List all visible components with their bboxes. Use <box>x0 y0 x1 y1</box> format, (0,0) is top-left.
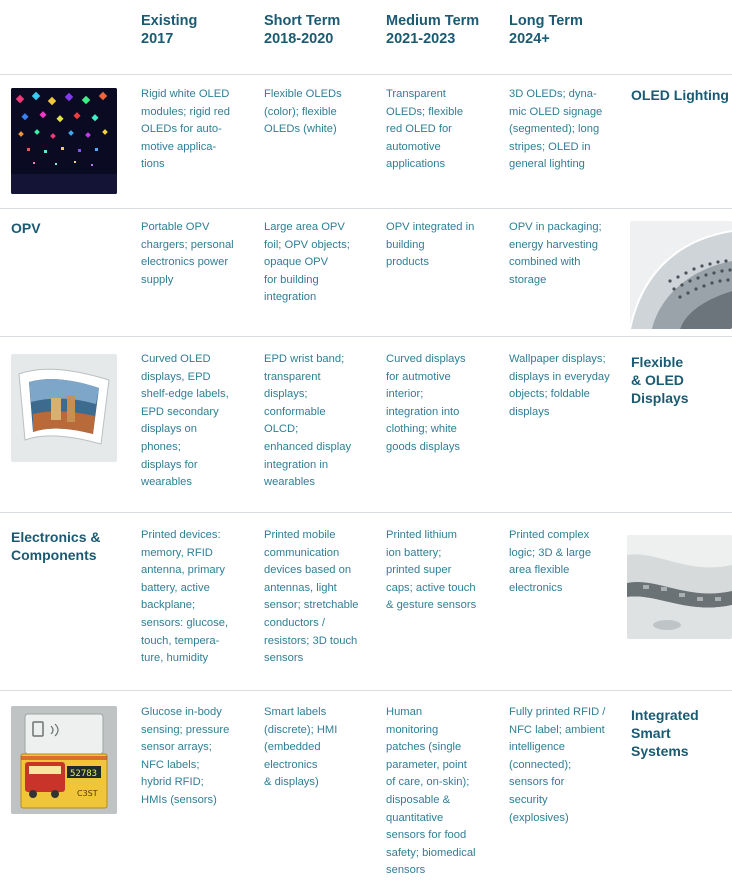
row-divider <box>0 512 732 513</box>
column-period: 2017 <box>141 31 174 47</box>
row-divider <box>0 690 732 691</box>
cell-electronics-short-term: Printed mobile communication devices bas… <box>264 529 359 665</box>
curved-display-image <box>11 354 117 462</box>
row-label-flexible-oled-displays: Flexible & OLED Displays <box>631 354 689 406</box>
row-label-oled-lighting: OLED Lighting <box>631 87 729 103</box>
cell-opv-long-term: OPV in packaging; energy harvesting comb… <box>509 221 602 286</box>
cell-smart-short-term: Smart labels (discrete); HMI (embedded e… <box>264 706 338 789</box>
cell-oled-medium-term: Transparent OLEDs; flexible red OLED for… <box>386 88 464 171</box>
column-period: 2021-2023 <box>386 31 456 47</box>
smart-ticket-image: 52783 C3ST <box>11 706 117 814</box>
ticket-code-text: C3ST <box>77 789 98 798</box>
row-label-electronics-components: Electronics & Components <box>11 529 101 563</box>
column-name: Existing <box>141 13 198 29</box>
column-period: 2018-2020 <box>264 31 334 47</box>
cell-electronics-medium-term: Printed lithium ion battery; printed sup… <box>386 529 477 612</box>
opv-structure-image <box>630 221 732 329</box>
cell-opv-short-term: Large area OPV foil; OPV objects; opaque… <box>264 221 350 304</box>
cell-oled-short-term: Flexible OLEDs (color); flexible OLEDs (… <box>264 88 342 136</box>
row-divider <box>0 74 732 75</box>
oled-lighting-image <box>11 88 117 194</box>
row-divider <box>0 336 732 337</box>
column-name: Long Term <box>509 13 583 29</box>
column-header-medium-term: Medium Term 2021-2023 <box>386 12 479 48</box>
column-name: Medium Term <box>386 13 480 29</box>
cell-smart-medium-term: Human monitoring patches (single paramet… <box>386 706 476 877</box>
cell-opv-medium-term: OPV integrated in building products <box>386 221 475 269</box>
column-name: Short Term <box>264 13 341 29</box>
cell-electronics-existing: Printed devices: memory, RFID antenna, p… <box>141 529 229 665</box>
row-label-integrated-smart-systems: Integrated Smart Systems <box>631 707 699 759</box>
cell-smart-long-term: Fully printed RFID / NFC label; ambient … <box>509 706 606 824</box>
row-divider <box>0 208 732 209</box>
ticket-number-text: 52783 <box>70 769 97 779</box>
cell-opv-existing: Portable OPV chargers; personal electron… <box>141 221 234 286</box>
column-header-existing: Existing 2017 <box>141 12 197 48</box>
flexible-electronics-image <box>627 535 732 639</box>
row-label-opv: OPV <box>11 220 41 236</box>
cell-smart-existing: Glucose in-body sensing; pressure sensor… <box>141 706 230 806</box>
cell-oled-existing: Rigid white OLED modules; rigid red OLED… <box>141 88 230 171</box>
cell-displays-long-term: Wallpaper displays; displays in everyday… <box>509 353 610 418</box>
cell-displays-existing: Curved OLED displays, EPD shelf-edge lab… <box>141 353 229 489</box>
cell-displays-short-term: EPD wrist band; transparent displays; co… <box>264 353 352 489</box>
cell-displays-medium-term: Curved displays for autmotive interior; … <box>386 353 466 453</box>
cell-electronics-long-term: Printed complex logic; 3D & large area f… <box>509 529 592 594</box>
column-header-short-term: Short Term 2018-2020 <box>264 12 340 48</box>
cell-oled-long-term: 3D OLEDs; dyna- mic OLED signage (segmen… <box>509 88 603 171</box>
column-header-long-term: Long Term 2024+ <box>509 12 583 48</box>
column-period: 2024+ <box>509 31 550 47</box>
